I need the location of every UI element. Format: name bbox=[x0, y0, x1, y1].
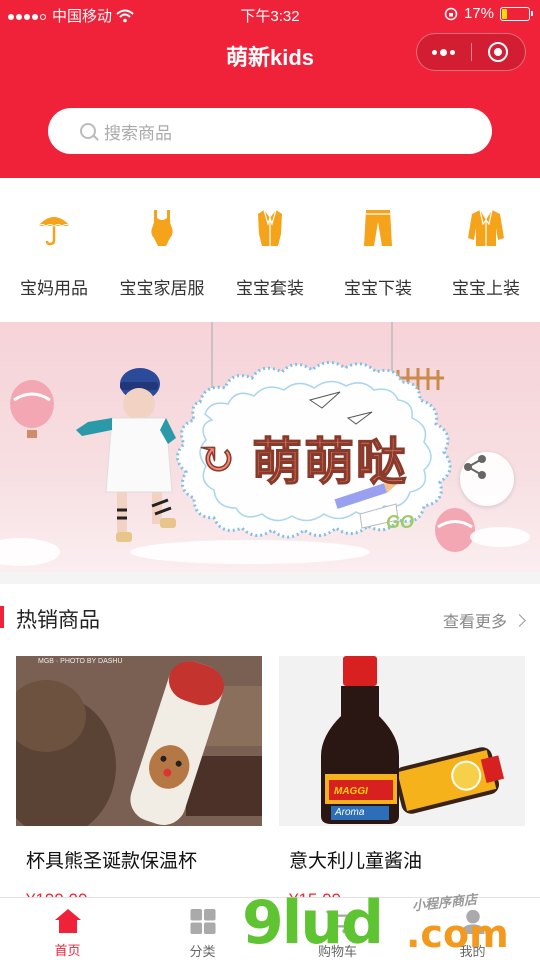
chevron-right-icon bbox=[513, 613, 526, 627]
category-label: 宝宝套装 bbox=[236, 279, 304, 298]
more-menu-button[interactable] bbox=[417, 34, 471, 70]
share-button[interactable] bbox=[460, 452, 514, 506]
product-card[interactable]: MGB · PHOTO BY DASHU 杯具熊圣诞款保温杯 ¥199.00 bbox=[16, 656, 262, 902]
category-label: 宝宝家居服 bbox=[119, 279, 205, 298]
user-icon bbox=[460, 909, 485, 935]
category-item-mom-supplies[interactable]: 宝妈用品 bbox=[0, 178, 108, 322]
product-image-thermos: MGB · PHOTO BY DASHU bbox=[16, 656, 262, 826]
section-accent-bar bbox=[0, 606, 4, 628]
battery-icon bbox=[500, 6, 533, 21]
product-name: 杯具熊圣诞款保温杯 bbox=[16, 826, 262, 890]
tab-cart[interactable]: 购物车 bbox=[270, 898, 405, 960]
close-button[interactable] bbox=[472, 34, 526, 70]
hot-section-title: 热销商品 bbox=[16, 609, 100, 632]
view-more-label: 查看更多 bbox=[442, 614, 507, 631]
rotation-lock-icon bbox=[444, 7, 458, 20]
tab-home[interactable]: 首页 bbox=[0, 898, 135, 960]
bottle-label: Aroma bbox=[335, 807, 365, 818]
suit-icon bbox=[258, 209, 282, 246]
promo-banner[interactable]: 萌萌哒 ↻ GO bbox=[0, 322, 540, 572]
search-area: 搜索商品 bbox=[0, 80, 540, 178]
category-nav: 宝妈用品 宝宝家居服 宝宝套装 宝宝下装 宝宝上装 bbox=[0, 178, 540, 322]
search-icon bbox=[80, 123, 96, 139]
search-input[interactable]: 搜索商品 bbox=[48, 108, 492, 154]
search-placeholder: 搜索商品 bbox=[104, 123, 172, 143]
product-grid: MGB · PHOTO BY DASHU 杯具熊圣诞款保温杯 ¥199.00 M bbox=[0, 650, 540, 902]
category-label: 宝宝下装 bbox=[344, 279, 412, 298]
bottle-brand: MAGGI bbox=[334, 786, 368, 797]
mini-program-capsule bbox=[416, 33, 526, 71]
battery-percent: 17% bbox=[463, 5, 494, 22]
category-label: 宝妈用品 bbox=[20, 279, 88, 298]
cart-icon bbox=[325, 910, 351, 934]
status-bar: 中国移动 下午3:32 17% bbox=[0, 0, 540, 28]
pants-icon bbox=[364, 210, 392, 246]
swimsuit-icon bbox=[151, 210, 173, 246]
tab-label: 购物车 bbox=[317, 944, 357, 959]
banner-title: 萌萌哒 bbox=[251, 432, 408, 492]
view-more-link[interactable]: 查看更多 bbox=[442, 608, 526, 632]
umbrella-icon bbox=[37, 217, 71, 246]
grid-icon bbox=[189, 908, 216, 935]
tab-profile[interactable]: 我的 bbox=[405, 898, 540, 960]
hot-section-header: 热销商品 查看更多 bbox=[0, 584, 540, 650]
banner-flourish: ↻ bbox=[197, 433, 235, 486]
close-target-icon bbox=[488, 42, 509, 62]
category-item-homewear[interactable]: 宝宝家居服 bbox=[108, 178, 216, 322]
tab-bar: 首页 分类 购物车 我的 bbox=[0, 897, 540, 960]
banner-go-label: GO bbox=[386, 512, 415, 532]
home-icon bbox=[54, 909, 81, 933]
category-item-sets[interactable]: 宝宝套装 bbox=[216, 178, 324, 322]
product-name: 意大利儿童酱油 bbox=[279, 826, 525, 890]
share-icon bbox=[464, 455, 486, 479]
category-item-tops[interactable]: 宝宝上装 bbox=[432, 178, 540, 322]
child-figure bbox=[76, 368, 176, 542]
category-label: 宝宝上装 bbox=[452, 279, 520, 298]
jacket-icon bbox=[468, 209, 504, 246]
product-card[interactable]: MAGGI Aroma 意大利儿童酱油 ¥15.00 bbox=[279, 656, 525, 902]
tab-category[interactable]: 分类 bbox=[135, 898, 270, 960]
photo-credit: MGB · PHOTO BY DASHU bbox=[38, 658, 123, 665]
tab-label: 分类 bbox=[189, 944, 216, 959]
product-image-sauce: MAGGI Aroma bbox=[279, 656, 525, 826]
tab-label: 我的 bbox=[459, 944, 486, 959]
tab-label: 首页 bbox=[54, 943, 81, 958]
navbar: 萌新kids bbox=[0, 28, 540, 80]
category-item-bottoms[interactable]: 宝宝下装 bbox=[324, 178, 432, 322]
